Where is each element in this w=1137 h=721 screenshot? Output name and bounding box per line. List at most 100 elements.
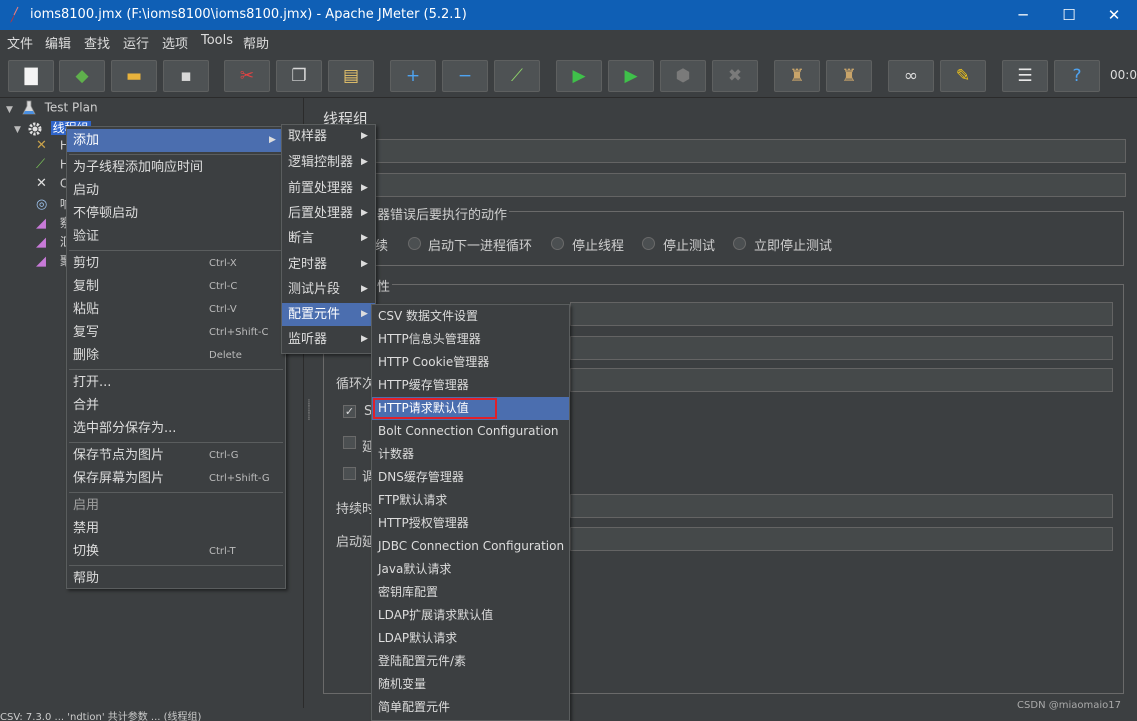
toggle-button[interactable]: ⟋: [494, 60, 540, 92]
clear-all-button[interactable]: ♜: [826, 60, 872, 92]
shortcut-label: Ctrl-X: [209, 258, 237, 269]
config-element-item[interactable]: 登陆配置元件/素: [372, 650, 569, 673]
context-menu-item[interactable]: 合并: [67, 394, 285, 417]
thread-count-field[interactable]: [570, 302, 1113, 326]
config-element-item[interactable]: CSV 数据文件设置: [372, 305, 569, 328]
menu-options[interactable]: 选项: [162, 33, 188, 52]
radio-stop-test[interactable]: [642, 237, 655, 250]
expand-button[interactable]: +: [390, 60, 436, 92]
config-element-item[interactable]: HTTP Cookie管理器: [372, 351, 569, 374]
config-element-item[interactable]: LDAP扩展请求默认值: [372, 604, 569, 627]
stop-button[interactable]: ⬢: [660, 60, 706, 92]
shutdown-button[interactable]: ✖: [712, 60, 758, 92]
context-menu-item[interactable]: 启用: [67, 494, 285, 517]
context-menu-item[interactable]: 剪切 Ctrl-X: [67, 252, 285, 275]
tree-node-child[interactable]: ✕ C: [36, 176, 68, 195]
search-button[interactable]: ∞: [888, 60, 934, 92]
config-element-item[interactable]: Bolt Connection Configuration: [372, 420, 569, 443]
menu-file[interactable]: 文件: [7, 33, 33, 52]
add-submenu-item[interactable]: 逻辑控制器 ▶: [282, 151, 375, 174]
collapse-icon: −: [457, 65, 473, 86]
menu-run[interactable]: 运行: [123, 33, 149, 52]
context-menu-item[interactable]: 粘贴 Ctrl-V: [67, 298, 285, 321]
config-element-item[interactable]: 随机变量: [372, 673, 569, 696]
context-menu-item[interactable]: 禁用: [67, 517, 285, 540]
config-element-item[interactable]: HTTP缓存管理器: [372, 374, 569, 397]
config-element-item[interactable]: 计数器: [372, 443, 569, 466]
config-element-item[interactable]: 简单配置元件: [372, 696, 569, 719]
help-button[interactable]: ?: [1054, 60, 1100, 92]
config-element-item[interactable]: Java默认请求: [372, 558, 569, 581]
add-submenu-item[interactable]: 定时器 ▶: [282, 253, 375, 276]
config-element-item[interactable]: JDBC Connection Configuration: [372, 535, 569, 558]
config-element-item[interactable]: DNS缓存管理器: [372, 466, 569, 489]
cut-button[interactable]: ✂: [224, 60, 270, 92]
context-menu-item[interactable]: 保存节点为图片 Ctrl-G: [67, 444, 285, 467]
radio-stop-now[interactable]: [733, 237, 746, 250]
add-submenu-item[interactable]: 配置元件 ▶: [282, 303, 375, 327]
clear-button[interactable]: ♜: [774, 60, 820, 92]
add-submenu-item[interactable]: 断言 ▶: [282, 227, 375, 250]
expand-arrow-icon[interactable]: ▼: [6, 105, 13, 115]
menu-help[interactable]: 帮助: [243, 33, 269, 52]
loop-count-field[interactable]: [570, 368, 1113, 392]
new-button[interactable]: ▇: [8, 60, 54, 92]
function-helper-button[interactable]: ☰: [1002, 60, 1048, 92]
expand-arrow-icon[interactable]: ▼: [14, 125, 21, 135]
delay-thread-checkbox[interactable]: [343, 436, 356, 449]
save-button[interactable]: ▪: [163, 60, 209, 92]
tree-node-child[interactable]: ✕ H: [36, 138, 69, 157]
context-menu-item[interactable]: 不停顿启动: [67, 202, 285, 225]
config-element-item[interactable]: LDAP默认请求: [372, 627, 569, 650]
add-submenu-item[interactable]: 监听器 ▶: [282, 328, 375, 351]
context-menu-item[interactable]: 复写 Ctrl+Shift-C: [67, 321, 285, 344]
config-element-item[interactable]: 密钥库配置: [372, 581, 569, 604]
collapse-button[interactable]: −: [442, 60, 488, 92]
context-menu-item[interactable]: 添加 ▶: [67, 129, 285, 152]
close-button[interactable]: ✕: [1091, 0, 1137, 30]
scheduler-checkbox[interactable]: [343, 467, 356, 480]
open-button[interactable]: ▬: [111, 60, 157, 92]
start-no-pause-button[interactable]: ▶: [608, 60, 654, 92]
config-element-item[interactable]: HTTP信息头管理器: [372, 328, 569, 351]
context-menu-item[interactable]: 打开...: [67, 371, 285, 394]
minimize-button[interactable]: ─: [1000, 0, 1046, 30]
tree-node-test-plan[interactable]: ▼ Test Plan: [6, 100, 98, 119]
context-menu-item[interactable]: 复制 Ctrl-C: [67, 275, 285, 298]
context-menu-item[interactable]: 帮助: [67, 567, 285, 590]
tree-node-child[interactable]: ⟋ H: [36, 157, 69, 176]
radio-next-loop[interactable]: [408, 237, 421, 250]
same-user-checkbox[interactable]: ✓: [343, 405, 356, 418]
radio-stop-thread[interactable]: [551, 237, 564, 250]
add-submenu-item[interactable]: 前置处理器 ▶: [282, 177, 375, 200]
name-field[interactable]: 线程组: [323, 139, 1126, 163]
config-element-item[interactable]: HTTP授权管理器: [372, 512, 569, 535]
config-element-item[interactable]: FTP默认请求: [372, 489, 569, 512]
config-element-item[interactable]: HTTP请求默认值: [372, 397, 569, 420]
context-menu-item[interactable]: 保存屏幕为图片 Ctrl+Shift-G: [67, 467, 285, 490]
duration-field[interactable]: [570, 494, 1113, 518]
context-menu-item[interactable]: 验证: [67, 225, 285, 248]
reset-search-button[interactable]: ✎: [940, 60, 986, 92]
menu-search[interactable]: 查找: [84, 33, 110, 52]
context-menu-item[interactable]: 删除 Delete: [67, 344, 285, 367]
paste-button[interactable]: ▤: [328, 60, 374, 92]
menu-edit[interactable]: 编辑: [45, 33, 71, 52]
comments-field[interactable]: [323, 173, 1126, 197]
add-submenu-item[interactable]: 后置处理器 ▶: [282, 202, 375, 225]
add-submenu-item[interactable]: 测试片段 ▶: [282, 278, 375, 301]
context-menu-item[interactable]: 切换 Ctrl-T: [67, 540, 285, 563]
split-pane-handle[interactable]: ⁞ ⁞ ⁞: [305, 399, 313, 423]
context-menu-item[interactable]: 选中部分保存为...: [67, 417, 285, 440]
context-menu-item[interactable]: 为子线程添加响应时间: [67, 156, 285, 179]
wrench-icon: ✕: [36, 138, 47, 153]
ramp-up-field[interactable]: [570, 336, 1113, 360]
start-button[interactable]: ▶: [556, 60, 602, 92]
context-menu-item[interactable]: 启动: [67, 179, 285, 202]
maximize-button[interactable]: ☐: [1046, 0, 1092, 30]
add-submenu-item[interactable]: 取样器 ▶: [282, 125, 375, 148]
menu-tools[interactable]: Tools: [201, 33, 233, 48]
templates-button[interactable]: ◆: [59, 60, 105, 92]
copy-button[interactable]: ❐: [276, 60, 322, 92]
startup-delay-field[interactable]: [570, 527, 1113, 551]
